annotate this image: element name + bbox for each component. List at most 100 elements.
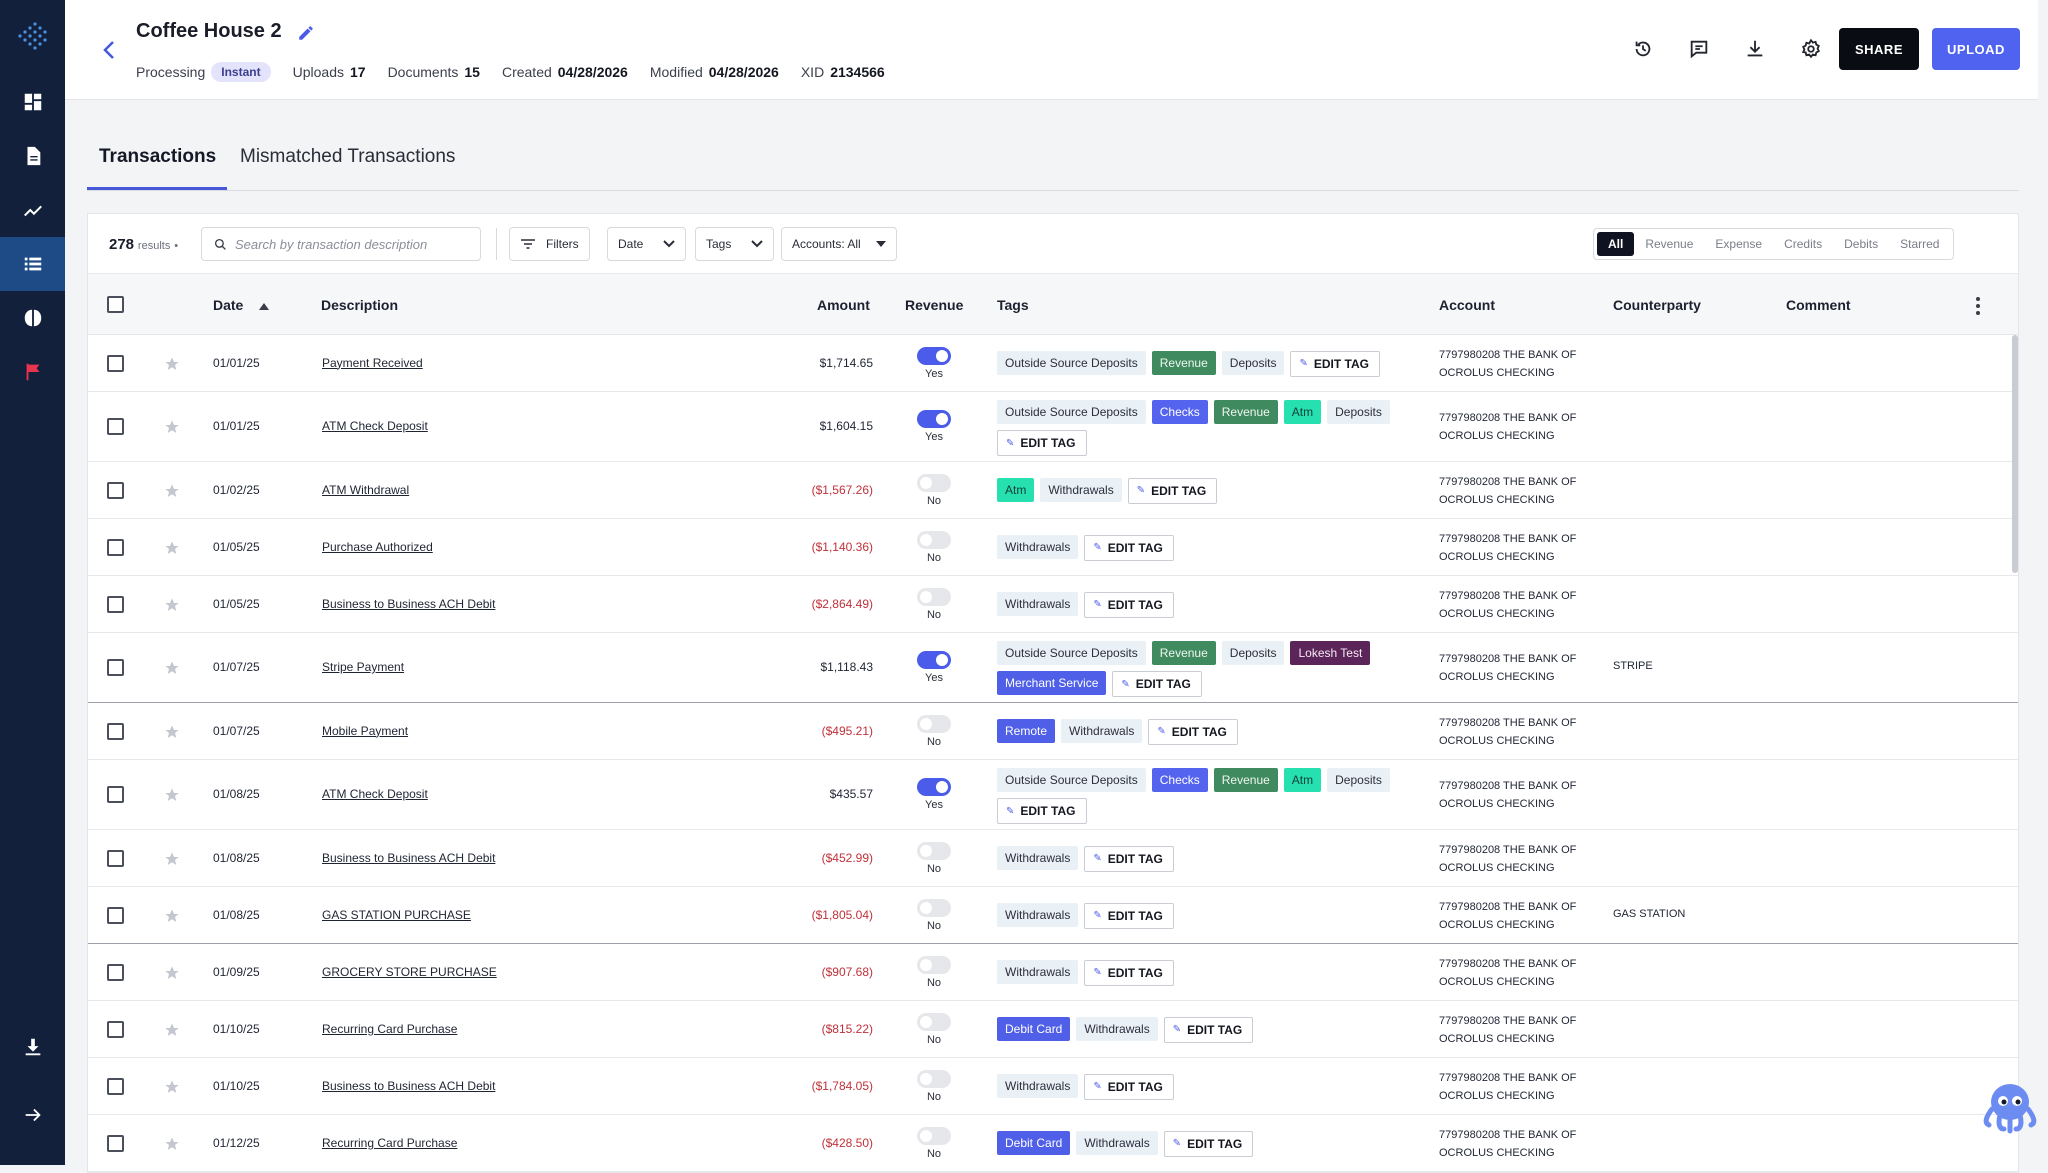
row-checkbox[interactable]	[107, 722, 124, 740]
row-checkbox[interactable]	[107, 1020, 124, 1038]
table-row[interactable]: 01/12/25 Recurring Card Purchase ($428.50)…	[88, 1115, 2018, 1172]
table-row[interactable]: 01/05/25 Purchase Authorized ($1,140.36) No…	[88, 519, 2018, 576]
tag-chip[interactable]: Remote	[997, 718, 1056, 743]
sidebar-item-flags[interactable]	[0, 345, 65, 399]
tag-chip[interactable]: Deposits	[1221, 641, 1285, 665]
revenue-toggle[interactable]	[917, 1126, 951, 1145]
tag-chip[interactable]: Outside Source Deposits	[997, 641, 1146, 665]
row-description-link[interactable]: Mobile Payment	[322, 724, 408, 738]
row-checkbox[interactable]	[107, 849, 124, 867]
star-icon[interactable]	[164, 1136, 180, 1152]
filters-button[interactable]: Filters	[509, 227, 590, 261]
segment-revenue[interactable]: Revenue	[1634, 232, 1704, 256]
column-header-date[interactable]: Date	[213, 297, 270, 313]
revenue-toggle[interactable]	[917, 1012, 951, 1031]
star-icon[interactable]	[164, 660, 180, 676]
column-options-button[interactable]	[1976, 297, 1980, 318]
tag-chip[interactable]: Withdrawals	[1040, 477, 1122, 502]
sidebar-item-analytics[interactable]	[0, 183, 65, 237]
row-checkbox[interactable]	[107, 786, 124, 803]
row-checkbox[interactable]	[107, 354, 124, 372]
revenue-toggle[interactable]	[917, 955, 951, 974]
tab-mismatched-transactions[interactable]: Mismatched Transactions	[240, 146, 455, 168]
segment-all[interactable]: All	[1597, 232, 1635, 256]
revenue-toggle[interactable]	[917, 587, 951, 606]
segment-credits[interactable]: Credits	[1773, 232, 1833, 256]
row-description-link[interactable]: Stripe Payment	[322, 660, 404, 674]
column-header-comment[interactable]: Comment	[1786, 297, 1851, 313]
tag-chip[interactable]: Outside Source Deposits	[997, 768, 1146, 792]
tag-chip[interactable]: Deposits	[1327, 400, 1390, 424]
table-row[interactable]: 01/01/25 ATM Check Deposit $1,604.15 Yes Out…	[88, 392, 2018, 462]
sidebar-item-dashboard[interactable]	[0, 75, 65, 129]
tag-chip[interactable]: Atm	[1283, 768, 1322, 792]
row-checkbox[interactable]	[107, 418, 124, 435]
revenue-toggle[interactable]	[917, 530, 951, 549]
tab-transactions[interactable]: Transactions	[99, 146, 216, 168]
edit-tag-button[interactable]: ✎ EDIT TAG	[1084, 591, 1174, 618]
row-checkbox[interactable]	[107, 906, 124, 924]
upload-button[interactable]: UPLOAD	[1932, 28, 2020, 70]
row-description-link[interactable]: ATM Check Deposit	[322, 787, 428, 801]
row-checkbox[interactable]	[107, 963, 124, 981]
table-row[interactable]: 01/09/25 GROCERY STORE PURCHASE ($907.68) N…	[88, 944, 2018, 1001]
edit-tag-button[interactable]: ✎ EDIT TAG	[1084, 845, 1174, 872]
share-button[interactable]: SHARE	[1839, 28, 1919, 70]
star-icon[interactable]	[164, 1022, 180, 1038]
history-button[interactable]	[1630, 36, 1656, 62]
select-all-checkbox[interactable]	[107, 296, 124, 313]
tag-chip[interactable]: Atm	[997, 477, 1035, 502]
settings-button[interactable]	[1798, 36, 1824, 62]
tag-chip[interactable]: Withdrawals	[1076, 1130, 1158, 1155]
column-header-revenue[interactable]: Revenue	[905, 297, 963, 313]
row-checkbox[interactable]	[107, 1077, 124, 1095]
edit-tag-button[interactable]: ✎ EDIT TAG	[1290, 350, 1380, 377]
tag-chip[interactable]: Withdrawals	[997, 1073, 1079, 1098]
column-header-counterparty[interactable]: Counterparty	[1613, 297, 1701, 313]
accounts-dropdown[interactable]: Accounts: All	[781, 227, 897, 261]
table-row[interactable]: 01/07/25 Mobile Payment ($495.21) No Remote W…	[88, 703, 2018, 760]
edit-tag-button[interactable]: ✎ EDIT TAG	[1112, 671, 1202, 697]
table-row[interactable]: 01/05/25 Business to Business ACH Debit ($…	[88, 576, 2018, 633]
row-checkbox[interactable]	[107, 1134, 124, 1152]
row-description-link[interactable]: Recurring Card Purchase	[322, 1022, 457, 1036]
app-logo[interactable]	[0, 16, 65, 56]
revenue-toggle[interactable]	[917, 1069, 951, 1088]
row-description-link[interactable]: Business to Business ACH Debit	[322, 597, 495, 611]
download-button[interactable]	[1742, 36, 1768, 62]
revenue-toggle[interactable]	[917, 410, 951, 428]
revenue-toggle[interactable]	[917, 778, 951, 796]
tag-chip[interactable]: Revenue	[1213, 768, 1278, 792]
table-row[interactable]: 01/08/25 Business to Business ACH Debit ($…	[88, 830, 2018, 887]
assistant-mascot[interactable]	[1980, 1075, 2040, 1135]
tag-chip[interactable]: Revenue	[1151, 350, 1216, 375]
edit-tag-button[interactable]: ✎ EDIT TAG	[997, 798, 1087, 824]
row-checkbox[interactable]	[107, 659, 124, 676]
star-icon[interactable]	[164, 540, 180, 556]
tag-chip[interactable]: Debit Card	[997, 1130, 1071, 1155]
column-header-description[interactable]: Description	[321, 297, 398, 313]
sidebar-item-transactions[interactable]	[0, 237, 65, 291]
tag-chip[interactable]: Revenue	[1151, 641, 1216, 665]
segment-starred[interactable]: Starred	[1889, 232, 1950, 256]
tag-chip[interactable]: Revenue	[1213, 400, 1278, 424]
tag-chip[interactable]: Checks	[1151, 768, 1208, 792]
tag-chip[interactable]: Withdrawals	[997, 902, 1079, 927]
column-header-amount[interactable]: Amount	[817, 297, 870, 313]
comments-button[interactable]	[1686, 36, 1712, 62]
tag-chip[interactable]: Debit Card	[997, 1016, 1071, 1041]
table-row[interactable]: 01/01/25 Payment Received $1,714.65 Yes Outs…	[88, 335, 2018, 392]
star-icon[interactable]	[164, 597, 180, 613]
table-row[interactable]: 01/10/25 Recurring Card Purchase ($815.22)…	[88, 1001, 2018, 1058]
tag-chip[interactable]: Lokesh Test	[1290, 641, 1371, 665]
sidebar-item-insights[interactable]	[0, 291, 65, 345]
row-description-link[interactable]: Business to Business ACH Debit	[322, 1079, 495, 1093]
star-icon[interactable]	[164, 965, 180, 981]
tag-chip[interactable]: Deposits	[1221, 350, 1285, 375]
row-checkbox[interactable]	[107, 538, 124, 556]
row-checkbox[interactable]	[107, 595, 124, 613]
row-description-link[interactable]: Recurring Card Purchase	[322, 1136, 457, 1150]
column-header-tags[interactable]: Tags	[997, 297, 1029, 313]
star-icon[interactable]	[164, 851, 180, 867]
tag-chip[interactable]: Withdrawals	[997, 534, 1079, 559]
